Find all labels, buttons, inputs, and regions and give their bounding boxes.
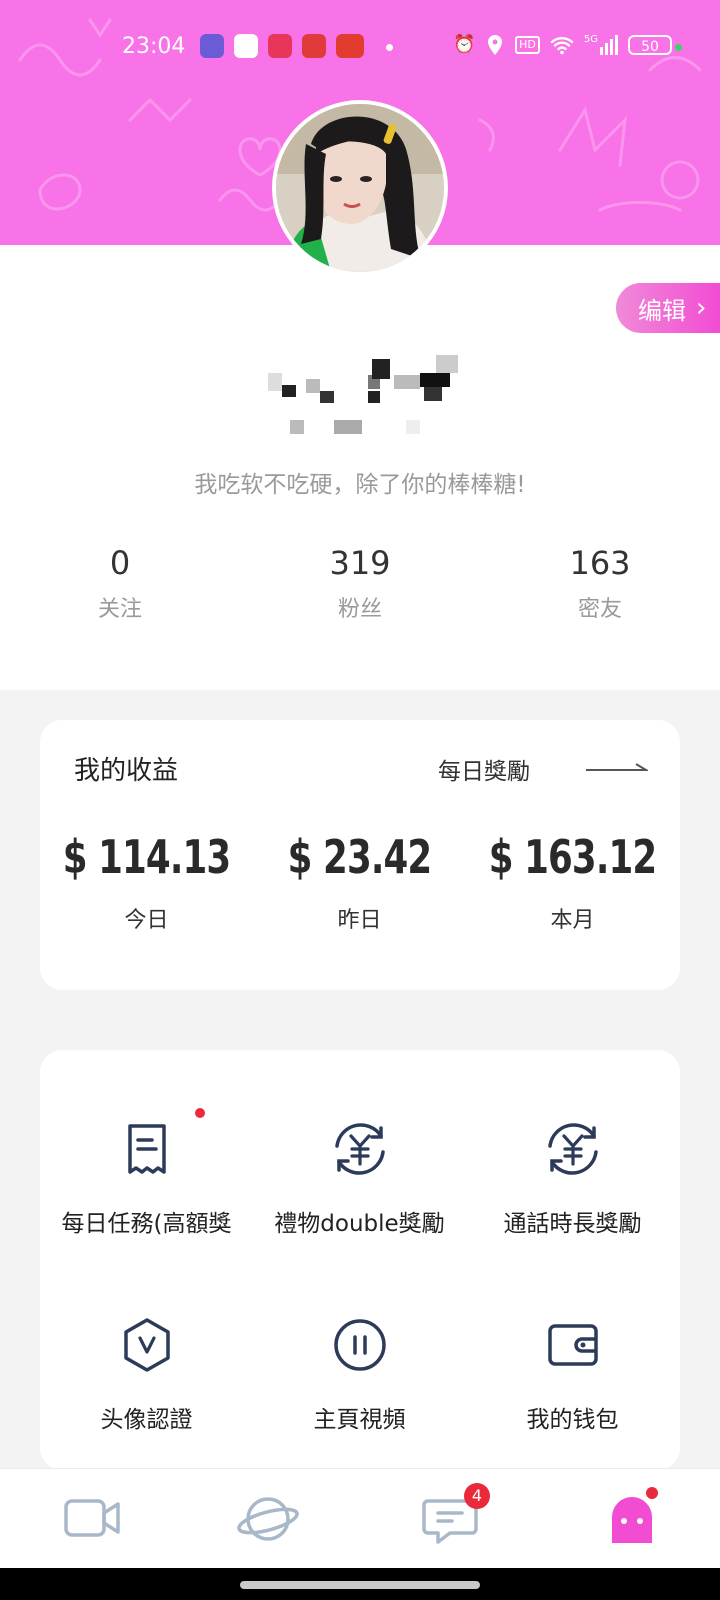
earnings-title: 我的收益 xyxy=(74,756,179,786)
earnings-month: $ 163.12 本月 xyxy=(466,830,679,934)
stat-close-friends-value: 163 xyxy=(569,544,631,582)
feature-daily-tasks[interactable]: 每日任務(高額獎 xyxy=(40,1116,253,1238)
me-tab-dot-icon xyxy=(646,1487,658,1499)
messages-badge: 4 xyxy=(464,1483,490,1509)
new-task-dot-icon xyxy=(195,1108,205,1118)
edit-profile-label: 编辑 xyxy=(638,296,686,325)
nav-me-tab[interactable] xyxy=(600,1487,664,1549)
earnings-yesterday: $ 23.42 昨日 xyxy=(253,830,466,934)
receipt-icon xyxy=(127,1124,166,1174)
location-icon xyxy=(488,35,503,55)
earnings-yesterday-label: 昨日 xyxy=(337,908,382,933)
avatar-photo xyxy=(276,104,444,272)
yen-exchange-icon xyxy=(547,1123,598,1175)
features-card: 每日任務(高額獎 禮物double獎勵 通話時長獎勵 头像認證 主頁視頻 我的钱… xyxy=(40,1050,680,1470)
app-home-icon xyxy=(234,34,258,58)
status-bar: 23:04 ⏰ HD 5G 50 xyxy=(0,30,720,66)
edit-profile-button[interactable]: 编辑 › xyxy=(616,283,720,333)
earnings-month-label: 本月 xyxy=(550,908,595,933)
feature-call-duration-label: 通話時長獎勵 xyxy=(503,1211,642,1237)
pixelated-nickname xyxy=(268,355,468,415)
feature-home-video-label: 主頁視頻 xyxy=(313,1407,406,1433)
feature-daily-tasks-label: 每日任務(高額獎 xyxy=(61,1211,232,1237)
signal-icon: 5G xyxy=(584,35,618,55)
daily-reward-link[interactable]: 每日獎勵 xyxy=(438,752,530,786)
app-toutiao-icon xyxy=(336,34,364,58)
stat-fans-label: 粉丝 xyxy=(337,597,382,622)
home-indicator[interactable] xyxy=(240,1581,480,1589)
shield-v-icon xyxy=(123,1318,170,1372)
earnings-today: $ 114.13 今日 xyxy=(40,830,253,934)
wallet-icon xyxy=(547,1324,598,1366)
pixelated-user-id xyxy=(290,420,440,436)
app-camera-icon xyxy=(200,34,224,58)
wifi-icon xyxy=(550,37,574,55)
avatar-portrait-icon xyxy=(276,104,444,272)
app-video-icon xyxy=(302,34,326,58)
earnings-today-amount: $ 114.13 xyxy=(62,830,231,884)
feature-home-video[interactable]: 主頁視頻 xyxy=(253,1312,466,1434)
bottom-nav-bar: 4 xyxy=(0,1468,720,1569)
profile-info-section: 我吃软不吃硬，除了你的棒棒糖! 0 关注 319 粉丝 163 密友 xyxy=(0,245,720,690)
feature-avatar-verify-label: 头像認證 xyxy=(100,1407,193,1433)
stat-following[interactable]: 0 关注 xyxy=(60,543,180,623)
system-nav-area xyxy=(0,1568,720,1600)
nav-discover-tab[interactable] xyxy=(236,1489,300,1549)
profile-stats: 0 关注 319 粉丝 163 密友 xyxy=(0,543,720,623)
app-shop-icon xyxy=(268,34,292,58)
feature-call-duration[interactable]: 通話時長獎勵 xyxy=(466,1116,679,1238)
planet-icon xyxy=(237,1497,299,1541)
earnings-yesterday-amount: $ 23.42 xyxy=(287,830,433,884)
hd-icon: HD xyxy=(515,36,540,54)
feature-wallet[interactable]: 我的钱包 xyxy=(466,1312,679,1434)
stat-fans-value: 319 xyxy=(329,544,391,582)
notification-dot-icon xyxy=(386,44,393,51)
feature-avatar-verify[interactable]: 头像認證 xyxy=(40,1312,253,1434)
profile-bio: 我吃软不吃硬，除了你的棒棒糖! xyxy=(194,472,526,498)
feature-gift-double-label: 禮物double獎勵 xyxy=(274,1211,445,1237)
earnings-month-amount: $ 163.12 xyxy=(488,830,657,884)
video-camera-icon xyxy=(64,1499,120,1537)
status-time: 23:04 xyxy=(122,34,186,59)
stat-fans[interactable]: 319 粉丝 xyxy=(300,543,420,623)
stat-close-friends[interactable]: 163 密友 xyxy=(540,543,660,623)
privacy-dot-icon xyxy=(675,44,682,51)
arrow-right-icon[interactable] xyxy=(586,762,648,776)
alarm-icon: ⏰ xyxy=(453,34,476,55)
pause-circle-icon xyxy=(333,1319,386,1371)
earnings-today-label: 今日 xyxy=(124,908,169,933)
nav-messages-tab[interactable]: 4 xyxy=(420,1483,490,1549)
feature-wallet-label: 我的钱包 xyxy=(526,1407,619,1433)
earnings-card: 我的收益 每日獎勵 $ 114.13 今日 $ 23.42 昨日 $ 163.1… xyxy=(40,720,680,990)
stat-following-value: 0 xyxy=(109,544,131,582)
feature-gift-double[interactable]: 禮物double獎勵 xyxy=(253,1116,466,1238)
avatar[interactable] xyxy=(272,100,448,276)
yen-exchange-icon xyxy=(334,1123,385,1175)
stat-close-friends-label: 密友 xyxy=(577,597,622,622)
stat-following-label: 关注 xyxy=(97,597,142,622)
battery-icon: 50 xyxy=(628,35,672,55)
nav-video-tab[interactable] xyxy=(62,1489,126,1549)
chevron-right-icon: › xyxy=(696,293,707,323)
